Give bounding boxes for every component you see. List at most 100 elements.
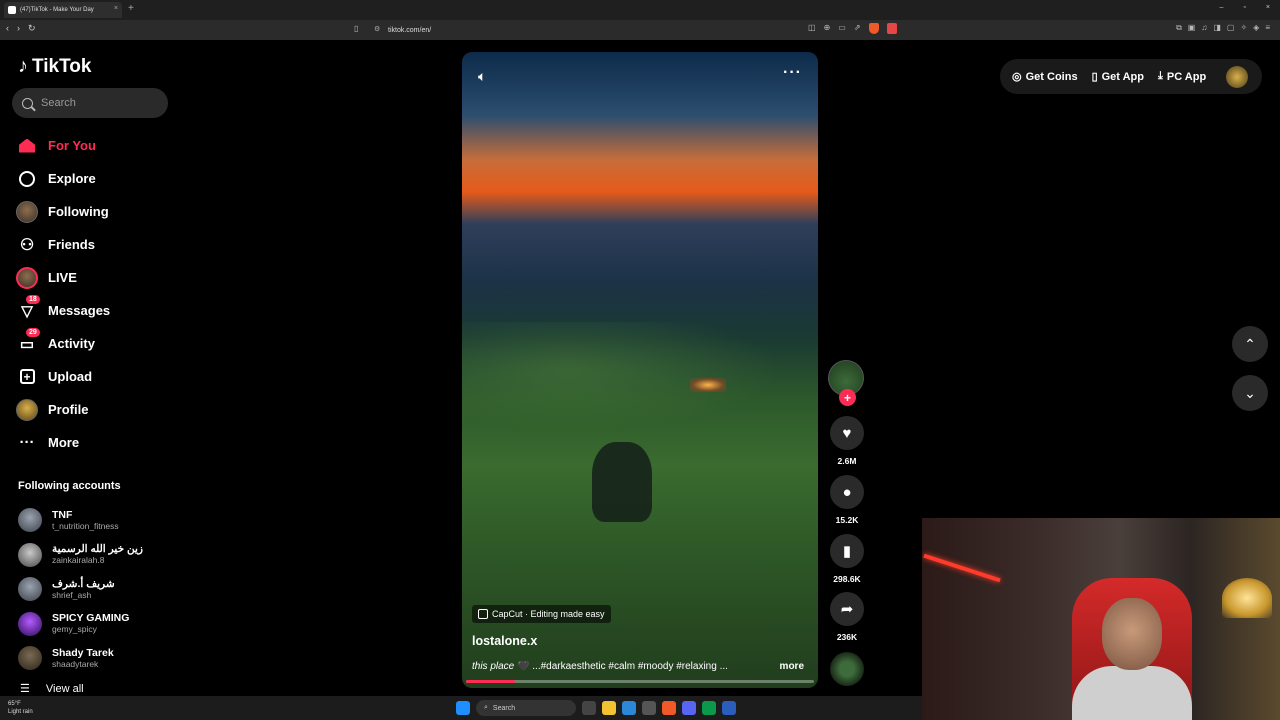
get-app-button[interactable]: ▯ Get App xyxy=(1092,70,1144,84)
sidebar-item-following[interactable]: Following xyxy=(16,195,176,228)
bookmark-icon[interactable]: ▯ xyxy=(354,24,358,33)
caption-tags[interactable]: ...#darkaesthetic #calm #moody #relaxing… xyxy=(532,661,728,672)
search-input[interactable]: Search xyxy=(12,88,168,118)
edge-icon[interactable] xyxy=(622,701,636,715)
extensions-bar: ⧉ ▣ ♫ ◨ ▢ ✧ ◈ ≡ xyxy=(1176,23,1270,33)
follow-plus-icon[interactable]: + xyxy=(839,389,856,406)
sidebar-item-messages[interactable]: ▽ 18 Messages xyxy=(16,294,176,327)
more-options-icon[interactable]: ··· xyxy=(783,64,802,82)
account-name: شريف أ.شرف xyxy=(52,577,115,590)
sidebar-item-more[interactable]: ··· More xyxy=(16,426,176,459)
comment-count: 15.2K xyxy=(835,515,859,525)
share-icon[interactable]: ⇗ xyxy=(854,23,861,34)
share-icon[interactable]: ➦ xyxy=(830,592,864,626)
list-item[interactable]: SPICY GAMING gemy_spicy xyxy=(18,607,178,642)
share-count: 236K xyxy=(836,632,858,642)
zoom-icon[interactable]: ⊕ xyxy=(824,23,831,34)
browser-toolbar: ‹ › ↻ ▯ ⚙ tiktok.com/en/ ◫ ⊕ ▭ ⇗ ⧉ ▣ ♫ ◨… xyxy=(0,20,1280,40)
sidebar-item-label: Upload xyxy=(48,369,93,384)
media-icon[interactable]: ♫ xyxy=(1201,23,1207,33)
minimize-button[interactable]: – xyxy=(1220,4,1224,11)
brave-icon[interactable] xyxy=(662,701,676,715)
avatar[interactable] xyxy=(1226,65,1248,88)
brave-shield-icon[interactable] xyxy=(868,23,879,34)
sidebar-item-activity[interactable]: ▭ 29 Activity xyxy=(16,327,176,360)
file-explorer-icon[interactable] xyxy=(602,701,616,715)
sidebar-nav: For You Explore Following ⚇ Friends LIVE… xyxy=(16,129,176,459)
next-video-button[interactable]: ⌄ xyxy=(1232,375,1268,411)
sidebar-icon[interactable]: ◨ xyxy=(1213,23,1221,33)
bookmark-icon[interactable]: ▮ xyxy=(830,534,864,568)
capcut-tag[interactable]: CapCut · Editing made easy xyxy=(472,605,611,623)
heart-icon[interactable]: ♥ xyxy=(830,416,864,450)
tiktok-note-icon: ♪ xyxy=(18,55,28,77)
start-icon[interactable] xyxy=(456,701,470,715)
back-icon[interactable]: ‹ xyxy=(6,23,9,34)
cast-icon[interactable]: ▭ xyxy=(838,23,846,34)
reader-icon[interactable]: ◫ xyxy=(808,23,816,34)
new-tab-button[interactable]: + xyxy=(128,3,134,14)
store-icon[interactable] xyxy=(642,701,656,715)
search-icon xyxy=(22,97,33,109)
steam-icon[interactable] xyxy=(722,701,736,715)
browser-tab[interactable]: (47)TikTok - Make Your Day × xyxy=(4,2,122,18)
video-progress-bar[interactable] xyxy=(466,680,814,683)
sidebar-item-friends[interactable]: ⚇ Friends xyxy=(16,228,176,261)
tab-close-icon[interactable]: × xyxy=(114,5,118,12)
leo-icon[interactable]: ✧ xyxy=(1240,23,1247,33)
vpn-icon[interactable]: ◈ xyxy=(1253,23,1259,33)
search-icon: ⌕ xyxy=(484,704,488,711)
list-item[interactable]: زين خير الله الرسمية zainkairalah.8 xyxy=(18,538,178,573)
window-controls: – ▫ × xyxy=(1220,4,1270,11)
sidebar-item-live[interactable]: LIVE xyxy=(16,261,176,294)
brave-rewards-icon[interactable] xyxy=(886,23,897,34)
extension-icon[interactable]: ⧉ xyxy=(1176,23,1182,33)
webcam-overlay xyxy=(922,518,1280,720)
list-item[interactable]: شريف أ.شرف shrief_ash xyxy=(18,572,178,607)
task-view-icon[interactable] xyxy=(582,701,596,715)
extension-icon[interactable]: ▣ xyxy=(1188,23,1196,33)
tiktok-logo[interactable]: ♪ TikTok xyxy=(18,55,91,78)
list-item[interactable]: TNF t_nutrition_fitness xyxy=(18,503,178,538)
maximize-button[interactable]: ▫ xyxy=(1243,4,1245,11)
music-disc-icon[interactable] xyxy=(830,652,864,686)
reload-icon[interactable]: ↻ xyxy=(28,23,36,34)
video-progress-fill xyxy=(466,680,515,683)
site-info-icon[interactable]: ⚙ xyxy=(374,25,380,33)
discord-icon[interactable] xyxy=(682,701,696,715)
wallet-icon[interactable]: ▢ xyxy=(1227,23,1235,33)
taskbar-search[interactable]: ⌕ Search xyxy=(476,700,576,716)
video-player[interactable]: 🔈︎ ··· CapCut · Editing made easy lostal… xyxy=(462,52,818,688)
list-item[interactable]: Shady Tarek shaadytarek xyxy=(18,641,178,676)
sidebar-item-for-you[interactable]: For You xyxy=(16,129,176,162)
sidebar-item-upload[interactable]: + Upload xyxy=(16,360,176,393)
creator-avatar[interactable]: + xyxy=(828,360,864,406)
get-coins-button[interactable]: ◎ Get Coins xyxy=(1012,70,1078,84)
weather-widget[interactable]: 65°F Light rain xyxy=(8,700,33,716)
logo-text: TikTok xyxy=(32,55,92,77)
upload-icon: + xyxy=(16,366,38,388)
view-all-label: View all xyxy=(45,682,84,695)
browser-nav-buttons: ‹ › ↻ xyxy=(6,23,36,34)
sidebar-item-profile[interactable]: Profile xyxy=(16,393,176,426)
menu-icon[interactable]: ≡ xyxy=(1265,23,1270,33)
previous-video-button[interactable]: ⌃ xyxy=(1232,326,1268,362)
home-icon xyxy=(16,135,38,157)
tiktok-favicon-icon xyxy=(8,6,16,14)
sidebar-item-label: Profile xyxy=(48,402,89,417)
volume-icon[interactable]: 🔈︎ xyxy=(478,68,486,85)
close-window-button[interactable]: × xyxy=(1266,4,1270,11)
save-count: 298.6K xyxy=(833,574,861,584)
sidebar-item-explore[interactable]: Explore xyxy=(16,162,176,195)
video-author[interactable]: lostalone.x xyxy=(472,634,537,648)
like-count: 2.6M xyxy=(837,456,857,466)
app-icon[interactable] xyxy=(702,701,716,715)
caption-more-button[interactable]: more xyxy=(780,661,804,672)
pc-app-button[interactable]: ⤓ PC App xyxy=(1158,70,1206,83)
video-scenery xyxy=(462,322,818,442)
view-all-button[interactable]: ☰ View all xyxy=(20,682,84,696)
comment-icon[interactable]: ● xyxy=(830,475,864,509)
chevron-up-icon: ⌃ xyxy=(1244,335,1256,352)
sidebar-item-label: For You xyxy=(48,138,96,153)
forward-icon[interactable]: › xyxy=(17,23,20,34)
